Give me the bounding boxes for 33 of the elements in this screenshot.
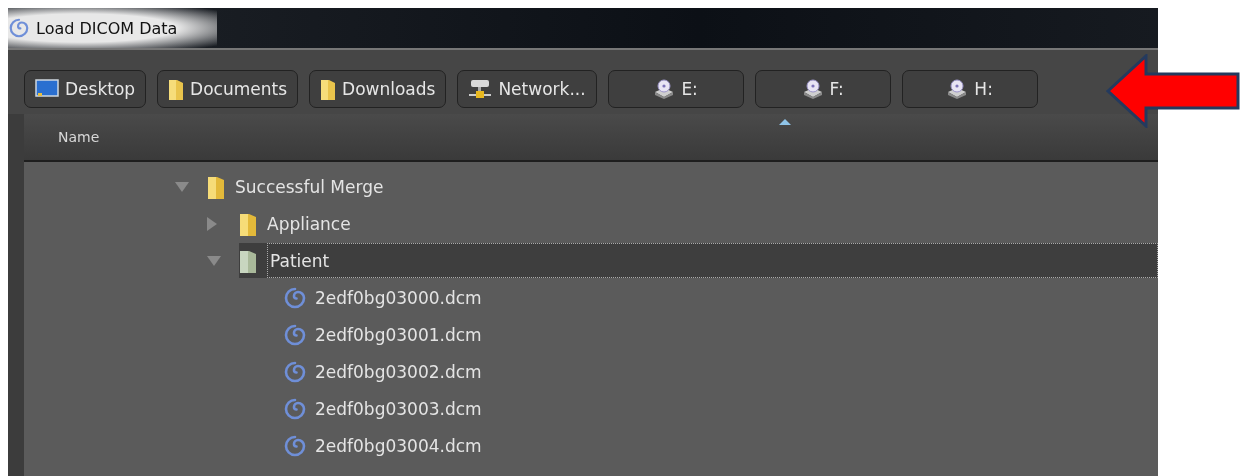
tree-item[interactable]: 2edf0bg03003.dcm [283, 391, 1158, 426]
place-button[interactable]: F: [754, 70, 891, 108]
monitor-icon [35, 79, 59, 99]
expand-arrow-icon[interactable] [207, 255, 221, 266]
spiral-icon [283, 396, 307, 421]
tree-item[interactable]: Appliance [239, 206, 1158, 241]
spiral-icon [283, 359, 307, 384]
drive-icon [801, 78, 824, 100]
expand-arrow-icon[interactable] [175, 181, 189, 192]
expand-arrow-icon[interactable] [207, 216, 217, 231]
tree-item[interactable]: Patient [239, 243, 1158, 278]
spiral-icon [283, 433, 307, 458]
tree-item[interactable]: 2edf0bg03002.dcm [283, 354, 1158, 389]
spiral-icon [283, 322, 307, 347]
network-icon [468, 78, 493, 100]
tree-item[interactable]: 2edf0bg03001.dcm [283, 317, 1158, 352]
folder-icon [320, 77, 337, 101]
place-button[interactable]: Documents [157, 70, 299, 108]
place-button[interactable]: Desktop [24, 70, 147, 108]
tree-item[interactable]: Successful Merge [207, 169, 1158, 204]
drive-icon [946, 78, 969, 100]
tree-item[interactable]: 2edf0bg03004.dcm [283, 428, 1158, 463]
column-header[interactable]: Name [58, 129, 100, 145]
folder-icon [168, 77, 185, 101]
place-button[interactable]: Network... [457, 70, 597, 108]
drive-icon [653, 78, 676, 100]
tree-item[interactable]: 2edf0bg03000.dcm [283, 280, 1158, 315]
place-button[interactable]: E: [607, 70, 744, 108]
window-title: Load DICOM Data [36, 18, 178, 38]
spiral-icon [8, 17, 30, 39]
place-button[interactable]: H: [901, 70, 1038, 108]
place-button[interactable]: Downloads [309, 70, 447, 108]
spiral-icon [283, 285, 307, 310]
